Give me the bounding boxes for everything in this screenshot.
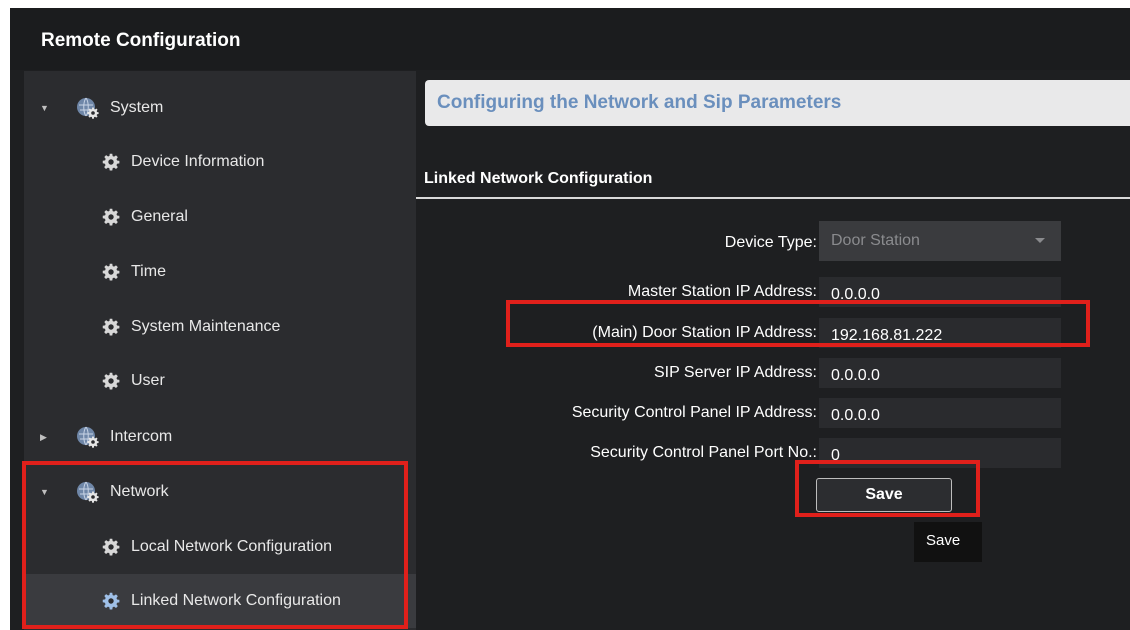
tree-group-label: System	[110, 99, 164, 116]
sidebar-item-label: User	[131, 372, 165, 389]
sidebar-item-user[interactable]: User	[24, 354, 416, 408]
tree-group-network[interactable]: ▼ Network	[24, 465, 416, 519]
sidebar-item-label: Local Network Configuration	[131, 538, 332, 555]
sidebar-item-local-network-configuration[interactable]: Local Network Configuration	[24, 520, 416, 574]
security-panel-ip-input[interactable]	[819, 398, 1061, 428]
triangle-down-icon[interactable]: ▼	[40, 103, 52, 113]
gear-globe-icon	[76, 480, 100, 504]
tree-group-label: Network	[110, 483, 169, 500]
sidebar-item-device-information[interactable]: Device Information	[24, 135, 416, 189]
sidebar-item-system-maintenance[interactable]: System Maintenance	[24, 300, 416, 354]
gear-icon	[102, 318, 120, 336]
master-station-ip-label: Master Station IP Address:	[627, 283, 817, 300]
gear-icon	[102, 263, 120, 281]
sip-server-ip-input[interactable]	[819, 358, 1061, 388]
sidebar-item-label: Time	[131, 263, 166, 280]
tree-group-system[interactable]: ▼ System	[24, 81, 416, 135]
main-panel: Configuring the Network and Sip Paramete…	[416, 71, 1130, 630]
device-type-select: Door Station	[819, 221, 1061, 261]
sidebar-item-linked-network-configuration[interactable]: Linked Network Configuration	[24, 574, 416, 628]
section-header: Configuring the Network and Sip Paramete…	[425, 80, 1130, 126]
tree-group-label: Intercom	[110, 428, 173, 445]
sidebar-item-label: Device Information	[131, 153, 265, 170]
sidebar-item-time[interactable]: Time	[24, 245, 416, 299]
sidebar-item-label: Linked Network Configuration	[131, 592, 341, 609]
gear-icon	[102, 538, 120, 556]
gear-icon	[102, 592, 120, 610]
sidebar-item-label: General	[131, 208, 188, 225]
sidebar-tree: ▼ System Device Information General Time…	[24, 71, 416, 630]
sidebar-item-label: System Maintenance	[131, 318, 281, 335]
triangle-right-icon[interactable]: ▶	[40, 432, 52, 443]
device-type-value: Door Station	[831, 232, 920, 249]
security-panel-port-label: Security Control Panel Port No.:	[590, 444, 817, 461]
title-bar: Remote Configuration	[10, 8, 1130, 70]
security-panel-port-input[interactable]	[819, 438, 1061, 468]
gear-icon	[102, 208, 120, 226]
section-title: Linked Network Configuration	[424, 170, 653, 187]
sidebar-item-general[interactable]: General	[24, 190, 416, 244]
device-type-label: Device Type:	[724, 234, 817, 251]
window-title: Remote Configuration	[41, 30, 241, 51]
main-door-station-ip-label: (Main) Door Station IP Address:	[592, 324, 817, 341]
remote-configuration-window: Remote Configuration ▼ System Device Inf…	[10, 8, 1130, 630]
master-station-ip-input[interactable]	[819, 277, 1061, 307]
security-panel-ip-label: Security Control Panel IP Address:	[571, 404, 817, 421]
main-door-station-ip-input[interactable]	[819, 318, 1061, 348]
gear-globe-icon	[76, 96, 100, 120]
section-header-title: Configuring the Network and Sip Paramete…	[437, 92, 842, 113]
gear-globe-icon	[76, 425, 100, 449]
gear-icon	[102, 153, 120, 171]
sip-server-ip-label: SIP Server IP Address:	[653, 364, 817, 381]
gear-icon	[102, 372, 120, 390]
divider	[416, 197, 1130, 199]
save-button[interactable]: Save	[816, 478, 952, 512]
triangle-down-icon[interactable]: ▼	[40, 487, 52, 497]
chevron-down-icon	[1035, 238, 1045, 243]
tree-group-intercom[interactable]: ▶ Intercom	[24, 410, 416, 464]
save-tooltip: Save	[914, 522, 982, 562]
